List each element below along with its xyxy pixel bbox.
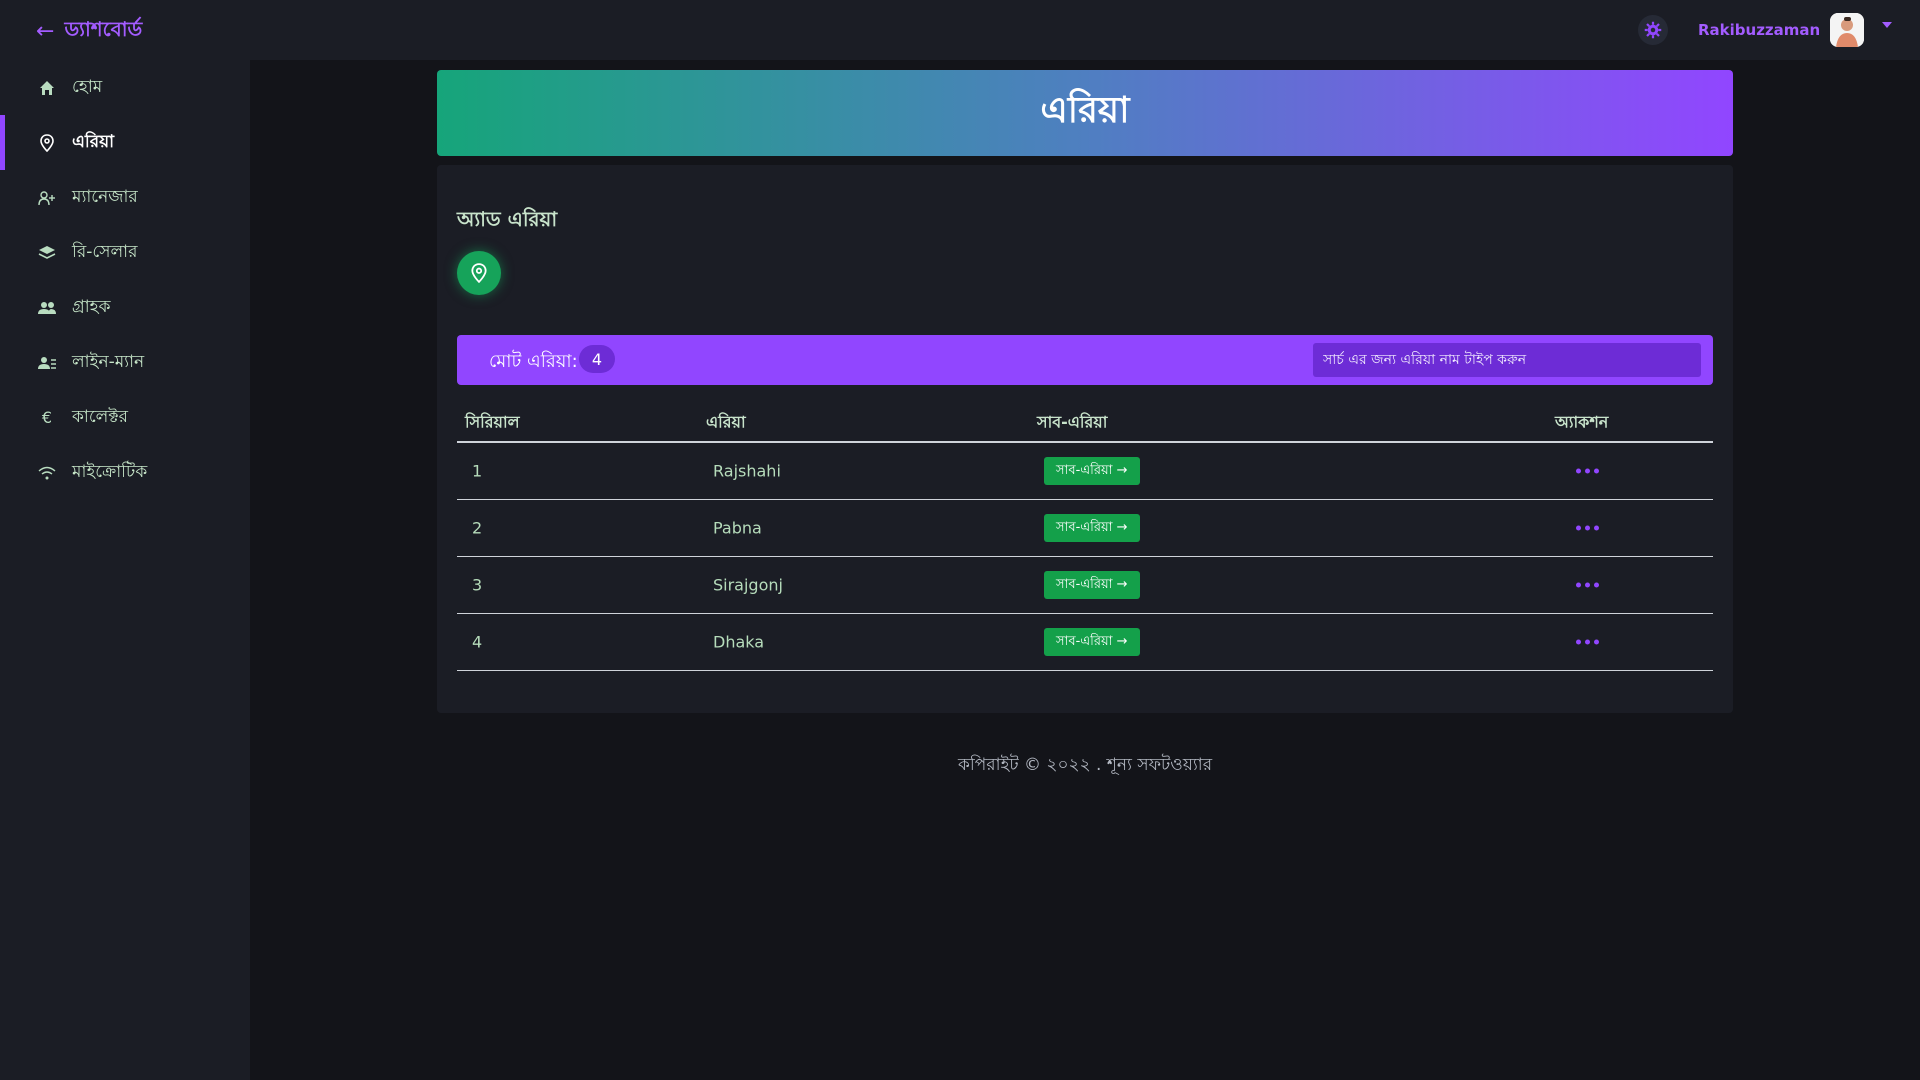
header-area: এরিয়া bbox=[706, 412, 746, 432]
table-row: 1 Rajshahi সাব-এরিয়া → bbox=[457, 443, 1713, 500]
home-icon bbox=[38, 79, 56, 97]
total-area-count: 4 bbox=[579, 345, 615, 373]
sidebar-item-label: মাইক্রোটিক bbox=[72, 461, 148, 482]
avatar[interactable] bbox=[1830, 13, 1865, 47]
sidebar-item-label: কালেক্টর bbox=[72, 406, 128, 427]
more-actions-icon[interactable] bbox=[1576, 639, 1599, 645]
sidebar-item-label: রি-সেলার bbox=[72, 241, 138, 262]
user-list-icon bbox=[38, 354, 56, 372]
row-area: Pabna bbox=[713, 518, 762, 538]
wifi-icon bbox=[38, 464, 56, 482]
table-header: সিরিয়াল এরিয়া সাব-এরিয়া অ্যাকশন bbox=[457, 405, 1713, 443]
header-sub-area: সাব-এরিয়া bbox=[1037, 412, 1108, 432]
row-area: Rajshahi bbox=[713, 461, 781, 481]
map-pin-icon bbox=[471, 263, 487, 283]
sidebar-item-mikrotik[interactable]: মাইক্রোটিক bbox=[0, 445, 250, 500]
sub-area-button[interactable]: সাব-এরিয়া → bbox=[1044, 457, 1140, 485]
avatar-image bbox=[1830, 13, 1865, 47]
arrow-left-icon: ← bbox=[36, 18, 55, 44]
user-menu[interactable]: Rakibuzzaman bbox=[1698, 12, 1893, 48]
user-plus-icon bbox=[38, 189, 56, 207]
row-serial: 4 bbox=[472, 632, 483, 652]
settings-button[interactable] bbox=[1638, 15, 1668, 45]
table-row: 2 Pabna সাব-এরিয়া → bbox=[457, 500, 1713, 557]
table-row: 3 Sirajgonj সাব-এরিয়া → bbox=[457, 557, 1713, 614]
area-table: সিরিয়াল এরিয়া সাব-এরিয়া অ্যাকশন 1 Raj… bbox=[457, 405, 1713, 671]
sidebar-item-collector[interactable]: € কালেক্টর bbox=[0, 390, 250, 445]
sidebar-item-label: গ্রাহক bbox=[72, 296, 111, 317]
table-row: 4 Dhaka সাব-এরিয়া → bbox=[457, 614, 1713, 671]
page-header: এরিয়া bbox=[437, 70, 1733, 156]
top-bar: ← ড্যাশবোর্ড Rakibuzzaman bbox=[0, 0, 1920, 60]
sidebar-item-label: এরিয়া bbox=[72, 131, 115, 152]
sidebar-item-manager[interactable]: ম্যানেজার bbox=[0, 170, 250, 225]
row-area: Dhaka bbox=[713, 632, 765, 652]
sidebar-item-customer[interactable]: গ্রাহক bbox=[0, 280, 250, 335]
sidebar-item-label: ম্যানেজার bbox=[72, 186, 138, 207]
more-actions-icon[interactable] bbox=[1576, 525, 1599, 531]
user-name: Rakibuzzaman bbox=[1698, 21, 1821, 39]
chevron-down-icon[interactable] bbox=[1882, 22, 1893, 28]
sidebar-item-label: হোম bbox=[72, 76, 103, 97]
row-serial: 3 bbox=[472, 575, 483, 595]
add-area-button[interactable] bbox=[457, 251, 501, 295]
footer-copyright: কপিরাইট © ২০২২ . শূন্য সফটওয়্যার bbox=[957, 755, 1213, 775]
sidebar: হোম এরিয়া ম্যানেজার রি-সেলার গ্রাহক লাই… bbox=[0, 60, 250, 1080]
row-serial: 1 bbox=[472, 461, 483, 481]
sidebar-item-label: লাইন-ম্যান bbox=[72, 351, 145, 372]
row-area: Sirajgonj bbox=[713, 575, 783, 595]
sidebar-item-home[interactable]: হোম bbox=[0, 60, 250, 115]
layers-icon bbox=[38, 244, 56, 262]
add-area-title: অ্যাড এরিয়া bbox=[457, 207, 558, 231]
header-serial: সিরিয়াল bbox=[465, 412, 520, 432]
sub-area-button[interactable]: সাব-এরিয়া → bbox=[1044, 628, 1140, 656]
more-actions-icon[interactable] bbox=[1576, 582, 1599, 588]
sub-area-button[interactable]: সাব-এরিয়া → bbox=[1044, 514, 1140, 542]
area-card: অ্যাড এরিয়া মোট এরিয়া: 4 সিরিয়াল এরিয… bbox=[437, 165, 1733, 713]
sidebar-item-lineman[interactable]: লাইন-ম্যান bbox=[0, 335, 250, 390]
total-area-label: মোট এরিয়া: bbox=[489, 351, 578, 372]
users-icon bbox=[38, 299, 56, 317]
search-input[interactable] bbox=[1313, 343, 1701, 377]
map-pin-icon bbox=[38, 133, 56, 152]
row-serial: 2 bbox=[472, 518, 483, 538]
sidebar-item-reseller[interactable]: রি-সেলার bbox=[0, 225, 250, 280]
header-action: অ্যাকশন bbox=[1555, 412, 1609, 432]
page-title: এরিয়া bbox=[1040, 90, 1130, 131]
sidebar-item-area[interactable]: এরিয়া bbox=[0, 115, 250, 170]
sub-area-button[interactable]: সাব-এরিয়া → bbox=[1044, 571, 1140, 599]
euro-icon: € bbox=[41, 408, 53, 427]
more-actions-icon[interactable] bbox=[1576, 468, 1599, 474]
area-toolbar: মোট এরিয়া: 4 bbox=[457, 335, 1713, 385]
dashboard-back-link[interactable]: ← ড্যাশবোর্ড bbox=[36, 16, 142, 46]
brand-label: ড্যাশবোর্ড bbox=[64, 16, 143, 41]
gear-icon bbox=[1644, 21, 1662, 39]
